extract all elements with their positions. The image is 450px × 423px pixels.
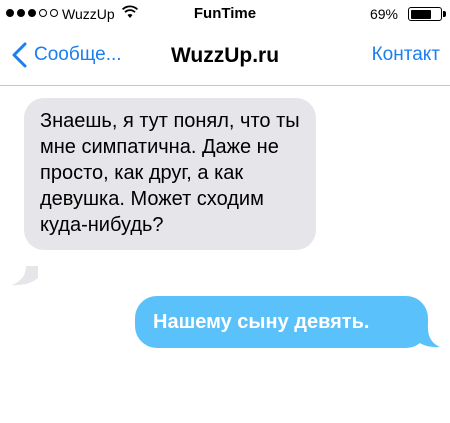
- nav-bar: Сообще... WuzzUp.ru Контакт: [0, 28, 450, 86]
- battery-percent: 69%: [369, 6, 398, 22]
- incoming-message-text: Знаешь, я тут понял, что ты мне симпатич…: [40, 110, 300, 236]
- contact-button[interactable]: Контакт: [372, 44, 440, 66]
- messages-screen: WuzzUp FunTime 69% Сообще... WuzzUp.ru К…: [0, 0, 450, 423]
- incoming-bubble-tail: [12, 266, 38, 286]
- battery-fill: [410, 9, 431, 19]
- battery-tip: [443, 11, 446, 17]
- back-button-label: Сообще...: [34, 44, 122, 65]
- incoming-message-bubble[interactable]: Знаешь, я тут понял, что ты мне симпатич…: [24, 98, 316, 250]
- outgoing-message-bubble[interactable]: Нашему сыну девять.: [135, 296, 428, 348]
- battery-icon: [408, 7, 442, 21]
- back-button[interactable]: Сообще...: [10, 42, 122, 68]
- outgoing-message-text: Нашему сыну девять.: [153, 311, 370, 333]
- status-bar: WuzzUp FunTime 69%: [0, 0, 450, 28]
- chevron-left-icon: [12, 42, 27, 68]
